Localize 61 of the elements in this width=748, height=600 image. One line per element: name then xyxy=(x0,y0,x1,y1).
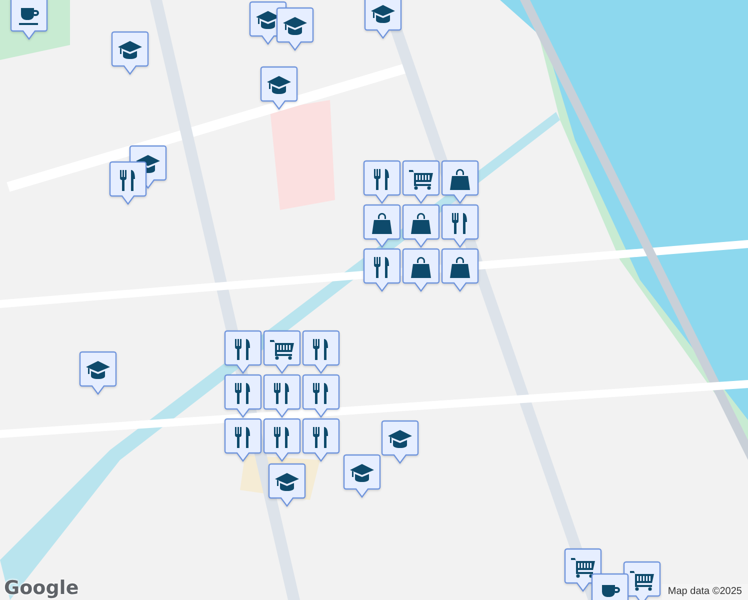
restaurant-marker[interactable] xyxy=(363,248,401,292)
graduation-cap-icon xyxy=(275,473,299,491)
school-marker[interactable] xyxy=(276,7,314,51)
graduation-cap-icon xyxy=(267,76,291,94)
graduation-cap-icon xyxy=(388,430,412,448)
fork-and-knife-icon xyxy=(313,427,328,448)
restaurant-marker[interactable] xyxy=(224,330,262,374)
school-marker[interactable] xyxy=(260,66,298,110)
graduation-cap-icon xyxy=(136,155,160,173)
shopping-bag-icon xyxy=(411,257,431,278)
shopping-bag-icon xyxy=(450,169,470,190)
school-marker[interactable] xyxy=(268,463,306,507)
fork-and-knife-icon xyxy=(274,427,289,448)
shopping-bag-icon xyxy=(411,213,431,234)
graduation-cap-icon xyxy=(371,5,395,23)
fork-and-knife-icon xyxy=(313,383,328,404)
school-marker[interactable] xyxy=(79,351,117,395)
cafe-marker[interactable] xyxy=(10,0,48,40)
restaurant-marker[interactable] xyxy=(302,374,340,418)
fork-and-knife-icon xyxy=(374,169,389,190)
shopping-cart-icon xyxy=(409,170,433,190)
restaurant-marker[interactable] xyxy=(263,418,301,462)
shopping-bag-icon xyxy=(450,257,470,278)
school-marker[interactable] xyxy=(364,0,402,39)
shop-marker[interactable] xyxy=(263,330,301,374)
shop-marker[interactable] xyxy=(363,204,401,248)
restaurant-marker[interactable] xyxy=(302,418,340,462)
restaurant-marker[interactable] xyxy=(441,204,479,248)
restaurant-marker[interactable] xyxy=(224,374,262,418)
school-marker[interactable] xyxy=(111,31,149,75)
graduation-cap-icon xyxy=(118,41,142,59)
shopping-bag-icon xyxy=(372,213,392,234)
google-logo[interactable]: Google xyxy=(4,579,79,598)
school-marker[interactable] xyxy=(381,420,419,464)
fork-and-knife-icon xyxy=(235,383,250,404)
graduation-cap-icon xyxy=(350,464,374,482)
fork-and-knife-icon xyxy=(313,339,328,360)
shop-marker[interactable] xyxy=(402,160,440,204)
shop-marker[interactable] xyxy=(441,248,479,292)
cup-icon xyxy=(600,585,620,600)
fork-and-knife-icon xyxy=(452,213,467,234)
shop-marker[interactable] xyxy=(441,160,479,204)
shopping-cart-icon xyxy=(630,571,654,591)
shop-marker[interactable] xyxy=(402,248,440,292)
fork-and-knife-icon xyxy=(374,257,389,278)
restaurant-marker[interactable] xyxy=(109,161,147,205)
restaurant-marker[interactable] xyxy=(263,374,301,418)
graduation-cap-icon xyxy=(86,361,110,379)
restaurant-marker[interactable] xyxy=(224,418,262,462)
restaurant-marker[interactable] xyxy=(302,330,340,374)
shop-marker[interactable] xyxy=(402,204,440,248)
shopping-cart-icon xyxy=(571,558,595,578)
fork-and-knife-icon xyxy=(274,383,289,404)
school-marker[interactable] xyxy=(343,454,381,498)
fork-and-knife-icon xyxy=(235,427,250,448)
cup-icon xyxy=(19,8,39,25)
shopping-cart-icon xyxy=(270,340,294,360)
graduation-cap-icon xyxy=(283,17,307,35)
restaurant-marker[interactable] xyxy=(363,160,401,204)
fork-and-knife-icon xyxy=(235,339,250,360)
fork-and-knife-icon xyxy=(120,170,135,191)
